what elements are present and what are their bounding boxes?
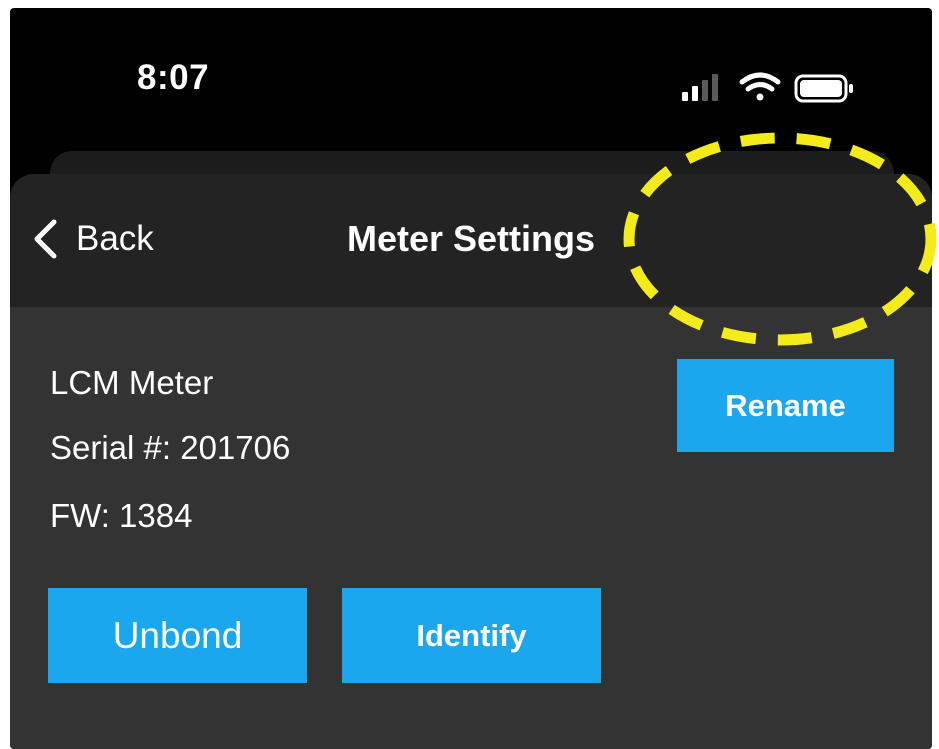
unbond-button[interactable]: Unbond: [48, 588, 307, 683]
meter-settings-sheet: Back Meter Settings LCM Meter Serial #: …: [10, 174, 932, 749]
status-bar: 8:07: [10, 8, 932, 148]
battery-icon: [794, 74, 853, 103]
wifi-icon: [739, 72, 781, 101]
cellular-signal-icon: [682, 74, 718, 101]
nav-bar: Back Meter Settings: [10, 174, 932, 307]
identify-button[interactable]: Identify: [342, 588, 601, 683]
phone-screen: 8:07 Back Meter Settings LCM Meter Seria…: [10, 8, 932, 749]
page-title-text: Meter Settings: [346, 218, 596, 259]
rename-button[interactable]: Rename: [677, 359, 894, 452]
page-title: Meter Settings: [10, 218, 932, 260]
meter-serial: Serial #: 201706: [50, 429, 291, 466]
meter-name: LCM Meter: [50, 364, 214, 401]
meter-firmware: FW: 1384: [50, 497, 193, 534]
status-time: 8:07: [137, 58, 210, 97]
status-icons: [682, 72, 853, 103]
